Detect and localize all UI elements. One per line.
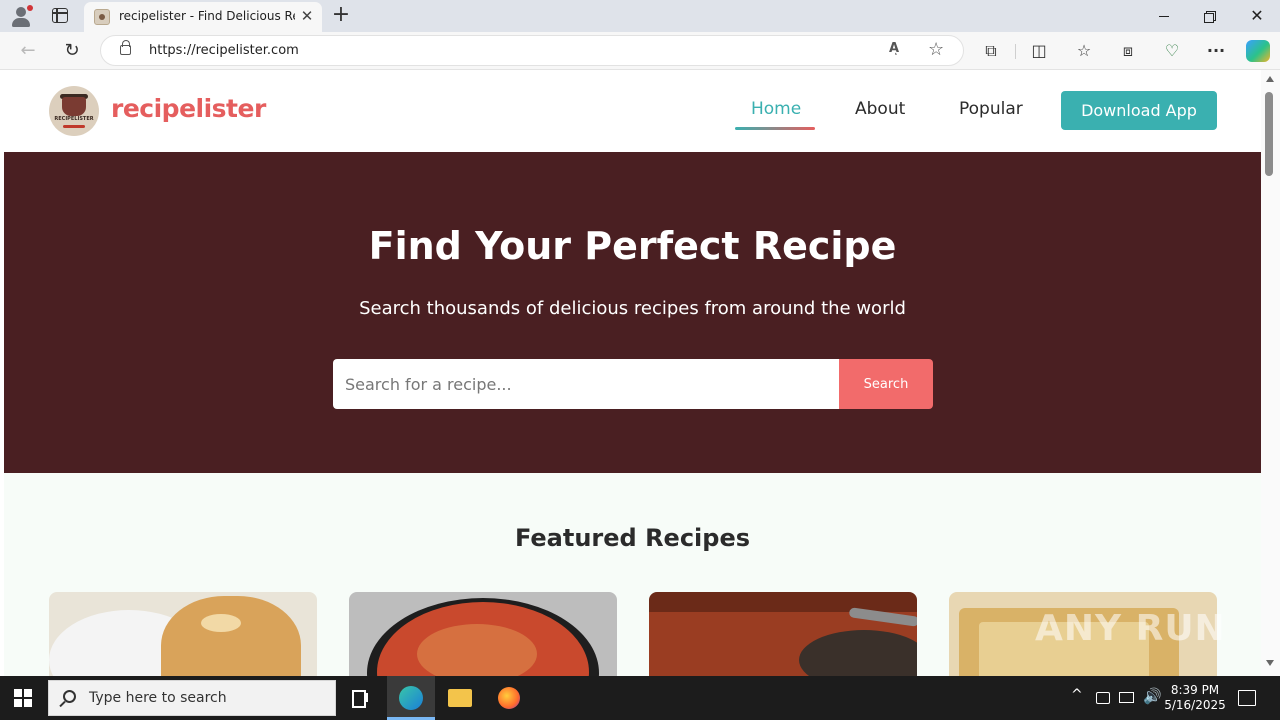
logo-text: RECIPELISTER: [54, 116, 94, 122]
nav-link-about[interactable]: About: [855, 99, 905, 119]
site-header: RECIPELISTER recipelister Home About Pop…: [4, 70, 1261, 152]
notifications-icon[interactable]: [1238, 690, 1256, 706]
extensions-icon[interactable]: ⧉: [981, 41, 1001, 61]
hero-title: Find Your Perfect Recipe: [368, 224, 897, 268]
favicon-icon: [94, 9, 110, 25]
logo-pot: [62, 97, 86, 116]
page-scrollbar[interactable]: [1261, 70, 1280, 676]
lock-icon[interactable]: [120, 40, 131, 55]
url-text[interactable]: https://recipelister.com: [149, 43, 299, 58]
volume-icon[interactable]: 🔊: [1143, 687, 1162, 705]
edge-taskbar-icon[interactable]: [387, 676, 435, 720]
back-icon[interactable]: ←: [17, 40, 39, 62]
tab-close-icon[interactable]: ✕: [299, 8, 315, 24]
windows-start-icon[interactable]: [14, 689, 32, 707]
recipe-card[interactable]: [349, 592, 617, 676]
card-image-pizza: [377, 602, 589, 676]
profile-notification-dot: [27, 5, 33, 11]
split-screen-icon[interactable]: ◫: [1029, 41, 1049, 61]
hero-subtitle: Search thousands of delicious recipes fr…: [359, 298, 906, 319]
address-bar[interactable]: https://recipelister.com Aͅ ☆: [100, 35, 964, 66]
nav-active-indicator: [735, 127, 815, 130]
favorites-icon[interactable]: ☆: [1074, 41, 1094, 61]
download-app-button[interactable]: Download App: [1061, 91, 1217, 130]
new-tab-button[interactable]: +: [330, 4, 352, 26]
network-icon[interactable]: [1119, 692, 1134, 703]
restore-button[interactable]: [1198, 6, 1222, 26]
tab-title: recipelister - Find Delicious Recip: [119, 9, 295, 23]
nav-link-home[interactable]: Home: [751, 99, 801, 119]
browser-toolbar: ← ↻ https://recipelister.com Aͅ ☆ ⧉ ◫ ☆ …: [0, 32, 1280, 70]
close-window-button[interactable]: ✕: [1245, 6, 1269, 26]
recipe-search-button[interactable]: Search: [839, 359, 933, 409]
page-viewport: RECIPELISTER recipelister Home About Pop…: [4, 70, 1261, 676]
toolbar-separator: [1015, 44, 1016, 59]
nav-link-popular[interactable]: Popular: [959, 99, 1023, 119]
search-icon: [63, 690, 76, 703]
profile-shoulders: [12, 18, 30, 27]
windows-taskbar: Type here to search ^ 🔊 8:39 PM 5/16/202…: [0, 676, 1280, 720]
taskbar-clock[interactable]: 8:39 PM 5/16/2025: [1160, 683, 1230, 713]
taskbar-search-placeholder: Type here to search: [89, 690, 227, 706]
more-options-icon[interactable]: ···: [1206, 41, 1226, 61]
file-explorer-icon[interactable]: [436, 676, 484, 720]
clock-time: 8:39 PM: [1170, 683, 1220, 697]
collections-icon[interactable]: ⧈: [1118, 41, 1138, 61]
site-brand[interactable]: recipelister: [111, 94, 266, 123]
logo-ribbon: [63, 125, 85, 128]
task-view-icon[interactable]: [336, 676, 384, 720]
profile-head: [16, 7, 26, 17]
browser-tabstrip: recipelister - Find Delicious Recip ✕ + …: [0, 0, 1280, 32]
anyrun-watermark: ANY RUN: [1035, 608, 1226, 649]
site-logo-icon[interactable]: RECIPELISTER: [49, 86, 99, 136]
card-image-bundt-cake: [161, 596, 301, 676]
browser-tab-active[interactable]: recipelister - Find Delicious Recip ✕: [84, 2, 322, 32]
tab-actions-icon[interactable]: [52, 8, 68, 23]
hero-section: Find Your Perfect Recipe Search thousand…: [4, 152, 1261, 473]
minimize-button[interactable]: [1152, 6, 1176, 26]
scroll-up-arrow-icon[interactable]: [1266, 76, 1274, 82]
profile-icon[interactable]: [10, 5, 33, 27]
reload-icon[interactable]: ↻: [61, 40, 83, 62]
recipe-search-form: Search: [333, 359, 933, 409]
recipe-search-input[interactable]: [333, 359, 839, 409]
favorite-star-icon[interactable]: ☆: [928, 39, 944, 60]
scroll-down-arrow-icon[interactable]: [1266, 660, 1274, 666]
featured-recipes-heading: Featured Recipes: [514, 524, 751, 552]
scrollbar-thumb[interactable]: [1265, 92, 1273, 176]
read-aloud-icon[interactable]: Aͅ: [889, 41, 899, 56]
recipe-card[interactable]: [49, 592, 317, 676]
firefox-icon[interactable]: [485, 676, 533, 720]
clock-date: 5/16/2025: [1164, 698, 1226, 712]
browser-essentials-icon[interactable]: ♡: [1162, 41, 1182, 61]
taskbar-search-box[interactable]: Type here to search: [48, 680, 336, 716]
tray-chevron-up-icon[interactable]: ^: [1071, 687, 1083, 703]
copilot-icon[interactable]: [1246, 40, 1270, 62]
tray-device-icon[interactable]: [1096, 692, 1110, 704]
recipe-card[interactable]: [649, 592, 917, 676]
